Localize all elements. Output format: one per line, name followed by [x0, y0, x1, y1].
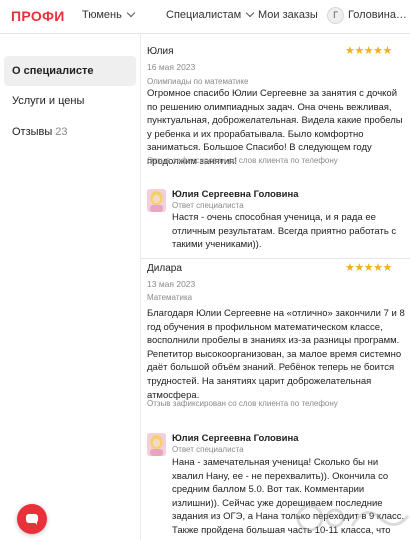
specialist-answer-text: Настя - очень способная ученица, и я рад… — [172, 212, 397, 251]
sidebar-item-about[interactable]: О специалисте — [4, 56, 136, 86]
specialist-name: Юлия Сергеевна Головина — [172, 433, 299, 444]
review-author: Дилара — [147, 263, 182, 274]
review-author: Юлия — [147, 46, 174, 57]
chevron-down-icon — [246, 8, 255, 18]
star-icon: ★ — [354, 262, 364, 274]
specialists-label: Специалистам — [166, 9, 242, 21]
user-avatar[interactable]: Г — [327, 7, 344, 24]
sidebar-item-reviews[interactable]: Отзывы 23 — [4, 117, 136, 147]
profile-sidebar: О специалисте Услуги и цены Отзывы 23 — [0, 34, 140, 540]
specialist-name: Юлия Сергеевна Головина — [172, 189, 299, 200]
star-icon: ★ — [373, 262, 383, 274]
star-icon: ★ — [363, 45, 374, 57]
reviews-list: Юлия ★★★★★ 16 мая 2023 Олимпиады по мате… — [140, 34, 410, 540]
city-label: Тюмень — [82, 9, 122, 21]
specialist-answer-label: Ответ специалиста — [172, 201, 244, 210]
star-icon: ★ — [382, 45, 393, 57]
rating-stars: ★★★★★ — [345, 261, 392, 274]
specialist-answer-text: Нана - замечательная ученица! Сколько бы… — [172, 457, 405, 540]
top-header: ПРОФИ Тюмень Специалистам Мои заказы Г Г… — [0, 0, 410, 34]
star-icon: ★ — [363, 262, 374, 274]
review-phone-note: Отзыв зафиксирован со слов клиента по те… — [147, 156, 338, 165]
chevron-down-icon — [126, 8, 136, 18]
my-orders-link[interactable]: Мои заказы — [258, 9, 318, 21]
chat-icon-tail — [34, 521, 37, 525]
specialist-answer-label: Ответ специалиста — [172, 445, 244, 454]
star-icon: ★ — [373, 45, 383, 57]
profi-logo[interactable]: ПРОФИ — [11, 8, 65, 24]
review-phone-note: Отзыв зафиксирован со слов клиента по те… — [147, 399, 338, 408]
specialist-avatar — [147, 433, 166, 456]
user-name-menu[interactable]: Головина… — [348, 9, 407, 21]
star-icon: ★ — [345, 45, 355, 57]
rating-stars: ★★★★★ — [345, 44, 392, 57]
review-category: Олимпиады по математике — [147, 77, 249, 86]
sidebar-item-services[interactable]: Услуги и цены — [4, 86, 136, 116]
star-icon: ★ — [382, 262, 393, 274]
sidebar-item-label: Отзывы — [12, 126, 53, 138]
sidebar-item-label: Услуги и цены — [12, 95, 85, 107]
review-category: Математика — [147, 293, 193, 302]
review-text: Благодаря Юлии Сергеевне на «отлично» за… — [147, 308, 405, 401]
chat-button[interactable] — [17, 504, 47, 534]
specialist-avatar — [147, 189, 166, 212]
review-date: 13 мая 2023 — [147, 279, 196, 289]
review-divider — [141, 258, 410, 259]
city-selector[interactable]: Тюмень — [82, 8, 136, 21]
star-icon: ★ — [345, 262, 355, 274]
reviews-count: 23 — [55, 126, 68, 138]
sidebar-item-label: О специалисте — [12, 65, 94, 77]
specialists-menu[interactable]: Специалистам — [166, 8, 255, 21]
star-icon: ★ — [354, 45, 364, 57]
review-date: 16 мая 2023 — [147, 62, 196, 72]
